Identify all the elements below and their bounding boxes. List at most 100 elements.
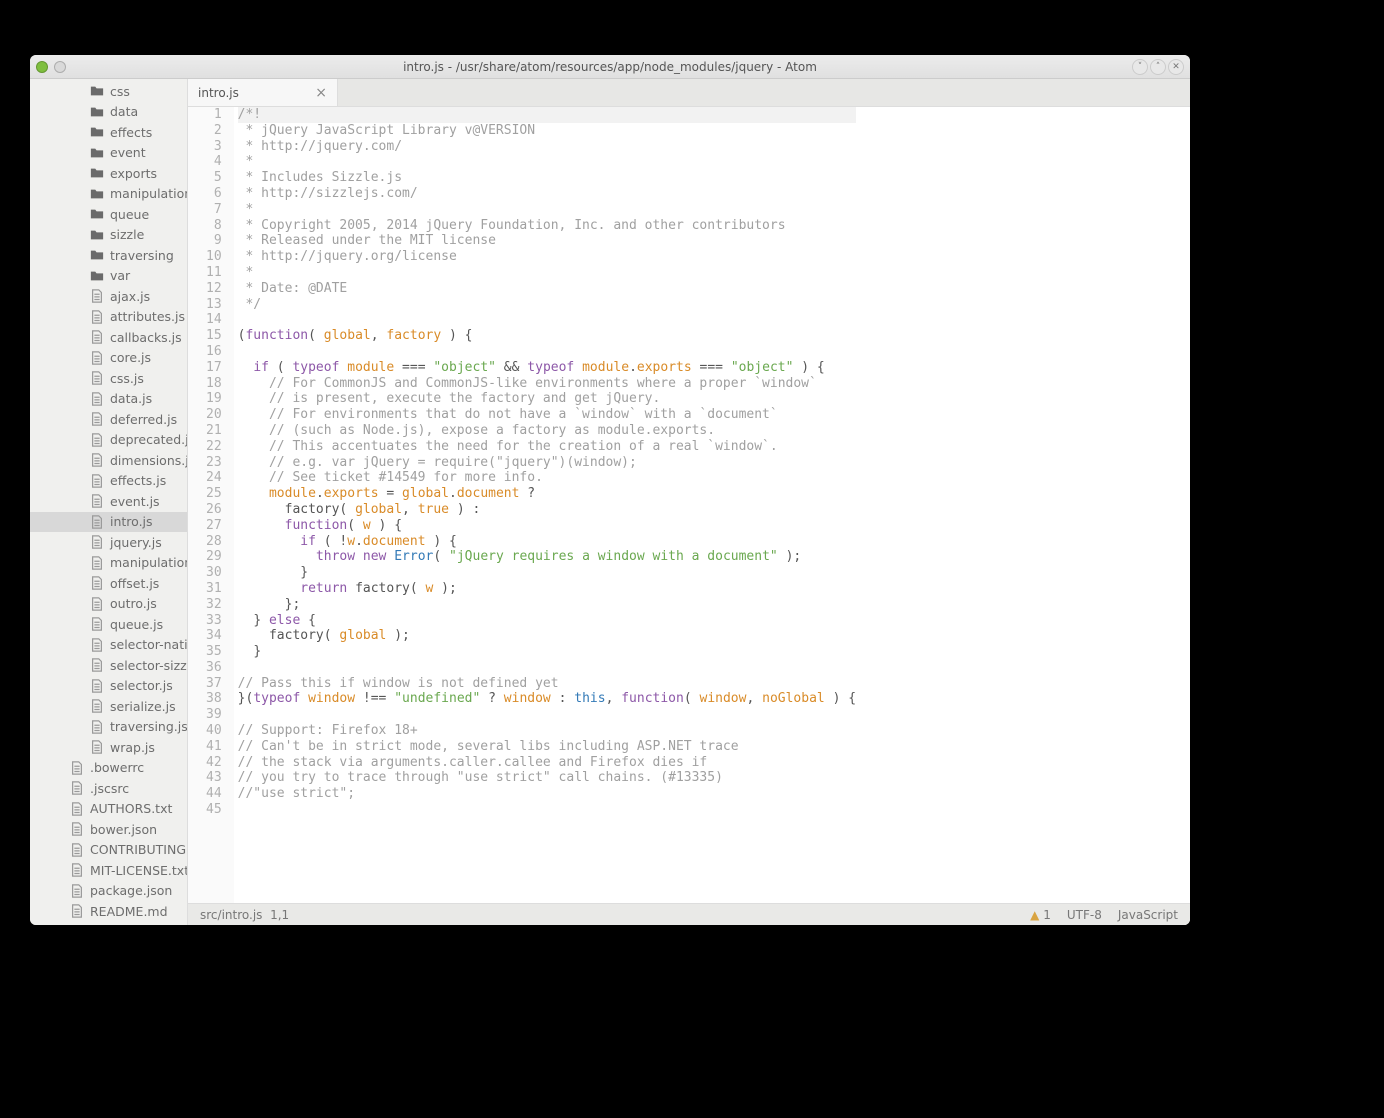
code-line[interactable]: factory( global, true ) : — [238, 502, 856, 518]
window-shade-button[interactable]: ˅ — [1132, 59, 1148, 75]
tree-folder-data[interactable]: data — [30, 102, 187, 123]
tree-file-traversing-js[interactable]: traversing.js — [30, 717, 187, 738]
tree-folder-var[interactable]: var — [30, 266, 187, 287]
file-tree[interactable]: cssdataeffectseventexportsmanipulationqu… — [30, 79, 188, 925]
tree-file-CONTRIBUTING-md[interactable]: CONTRIBUTING.md — [30, 840, 187, 861]
tree-file-offset-js[interactable]: offset.js — [30, 573, 187, 594]
tree-file-attributes-js[interactable]: attributes.js — [30, 307, 187, 328]
tree-file-MIT-LICENSE-txt[interactable]: MIT-LICENSE.txt — [30, 860, 187, 881]
window-close-button[interactable] — [36, 61, 48, 73]
code-line[interactable]: if ( typeof module === "object" && typeo… — [238, 360, 856, 376]
code-line[interactable]: * — [238, 154, 856, 170]
tree-file-outro-js[interactable]: outro.js — [30, 594, 187, 615]
code-line[interactable]: }(typeof window !== "undefined" ? window… — [238, 691, 856, 707]
tree-file-selector-js[interactable]: selector.js — [30, 676, 187, 697]
code-line[interactable]: * jQuery JavaScript Library v@VERSION — [238, 123, 856, 139]
tree-file--bowerrc[interactable]: .bowerrc — [30, 758, 187, 779]
tab-close-icon[interactable]: × — [315, 86, 327, 100]
code-line[interactable]: function( w ) { — [238, 518, 856, 534]
code-line[interactable]: * http://sizzlejs.com/ — [238, 186, 856, 202]
tabs-bar[interactable]: intro.js × — [188, 79, 1190, 107]
code-editor[interactable]: 1234567891011121314151617181920212223242… — [188, 107, 1190, 903]
tree-file-manipulation-js[interactable]: manipulation.js — [30, 553, 187, 574]
tree-file-queue-js[interactable]: queue.js — [30, 614, 187, 635]
tree-file-README-md[interactable]: README.md — [30, 901, 187, 922]
code-line[interactable]: * Copyright 2005, 2014 jQuery Foundation… — [238, 218, 856, 234]
tree-file-effects-js[interactable]: effects.js — [30, 471, 187, 492]
code-line[interactable]: // For environments that do not have a `… — [238, 407, 856, 423]
code-line[interactable]: // Support: Firefox 18+ — [238, 723, 856, 739]
code-line[interactable]: } — [238, 644, 856, 660]
tree-file-bower-json[interactable]: bower.json — [30, 819, 187, 840]
code-line[interactable]: factory( global ); — [238, 628, 856, 644]
code-line[interactable]: // is present, execute the factory and g… — [238, 391, 856, 407]
code-line[interactable]: * — [238, 265, 856, 281]
tree-folder-manipulation[interactable]: manipulation — [30, 184, 187, 205]
code-line[interactable]: * — [238, 202, 856, 218]
tree-file-core-js[interactable]: core.js — [30, 348, 187, 369]
tree-file-serialize-js[interactable]: serialize.js — [30, 696, 187, 717]
tree-folder-traversing[interactable]: traversing — [30, 245, 187, 266]
tree-file-selector-sizzle-js[interactable]: selector-sizzle.js — [30, 655, 187, 676]
code-line[interactable]: }; — [238, 597, 856, 613]
tree-file-css-js[interactable]: css.js — [30, 368, 187, 389]
code-line[interactable] — [238, 802, 856, 818]
tree-folder-event[interactable]: event — [30, 143, 187, 164]
code-line[interactable] — [238, 660, 856, 676]
code-line[interactable]: } — [238, 565, 856, 581]
statusbar-language[interactable]: JavaScript — [1118, 908, 1178, 922]
tree-file-deprecated-js[interactable]: deprecated.js — [30, 430, 187, 451]
tree-file-data-js[interactable]: data.js — [30, 389, 187, 410]
tree-file-intro-js[interactable]: intro.js — [30, 512, 187, 533]
code-line[interactable]: (function( global, factory ) { — [238, 328, 856, 344]
tree-file-event-js[interactable]: event.js — [30, 491, 187, 512]
tree-file-AUTHORS-txt[interactable]: AUTHORS.txt — [30, 799, 187, 820]
code-line[interactable]: } else { — [238, 613, 856, 629]
tree-file-package-json[interactable]: package.json — [30, 881, 187, 902]
window-minimize-button[interactable] — [54, 61, 66, 73]
code-line[interactable]: return factory( w ); — [238, 581, 856, 597]
statusbar-path[interactable]: src/intro.js — [200, 908, 262, 922]
code-content[interactable]: /*! * jQuery JavaScript Library v@VERSIO… — [234, 107, 856, 903]
tree-file-jquery-js[interactable]: jquery.js — [30, 532, 187, 553]
code-line[interactable] — [238, 707, 856, 723]
tab-active[interactable]: intro.js × — [188, 79, 338, 106]
tree-folder-css[interactable]: css — [30, 81, 187, 102]
code-line[interactable]: if ( !w.document ) { — [238, 534, 856, 550]
code-line[interactable]: // you try to trace through "use strict"… — [238, 770, 856, 786]
tree-file-selector-native-js[interactable]: selector-native.js — [30, 635, 187, 656]
code-line[interactable]: // Pass this if window is not defined ye… — [238, 676, 856, 692]
code-line[interactable]: module.exports = global.document ? — [238, 486, 856, 502]
code-line[interactable]: * http://jquery.com/ — [238, 139, 856, 155]
tree-file-ajax-js[interactable]: ajax.js — [30, 286, 187, 307]
code-line[interactable]: * Includes Sizzle.js — [238, 170, 856, 186]
tree-file--jscsrc[interactable]: .jscsrc — [30, 778, 187, 799]
code-line[interactable]: * http://jquery.org/license — [238, 249, 856, 265]
tree-folder-exports[interactable]: exports — [30, 163, 187, 184]
code-line[interactable]: // (such as Node.js), expose a factory a… — [238, 423, 856, 439]
tree-file-deferred-js[interactable]: deferred.js — [30, 409, 187, 430]
code-line[interactable]: //"use strict"; — [238, 786, 856, 802]
tree-folder-sizzle[interactable]: sizzle — [30, 225, 187, 246]
statusbar-warnings[interactable]: ▲ 1 — [1030, 908, 1051, 922]
titlebar[interactable]: intro.js - /usr/share/atom/resources/app… — [30, 55, 1190, 79]
statusbar-position[interactable]: 1,1 — [270, 908, 289, 922]
window-maximize-button[interactable]: ˄ — [1150, 59, 1166, 75]
tree-file-dimensions-js[interactable]: dimensions.js — [30, 450, 187, 471]
code-line[interactable]: // For CommonJS and CommonJS-like enviro… — [238, 376, 856, 392]
code-line[interactable]: throw new Error( "jQuery requires a wind… — [238, 549, 856, 565]
code-line[interactable]: // e.g. var jQuery = require("jquery")(w… — [238, 455, 856, 471]
code-line[interactable]: // This accentuates the need for the cre… — [238, 439, 856, 455]
code-line[interactable]: /*! — [238, 107, 856, 123]
code-line[interactable]: // See ticket #14549 for more info. — [238, 470, 856, 486]
window-close-button-right[interactable]: ✕ — [1168, 59, 1184, 75]
code-line[interactable]: * Released under the MIT license — [238, 233, 856, 249]
tree-file-wrap-js[interactable]: wrap.js — [30, 737, 187, 758]
tree-file-callbacks-js[interactable]: callbacks.js — [30, 327, 187, 348]
code-line[interactable]: */ — [238, 297, 856, 313]
statusbar-encoding[interactable]: UTF-8 — [1067, 908, 1102, 922]
code-line[interactable] — [238, 312, 856, 328]
code-line[interactable]: // Can't be in strict mode, several libs… — [238, 739, 856, 755]
tree-folder-queue[interactable]: queue — [30, 204, 187, 225]
code-line[interactable] — [238, 344, 856, 360]
